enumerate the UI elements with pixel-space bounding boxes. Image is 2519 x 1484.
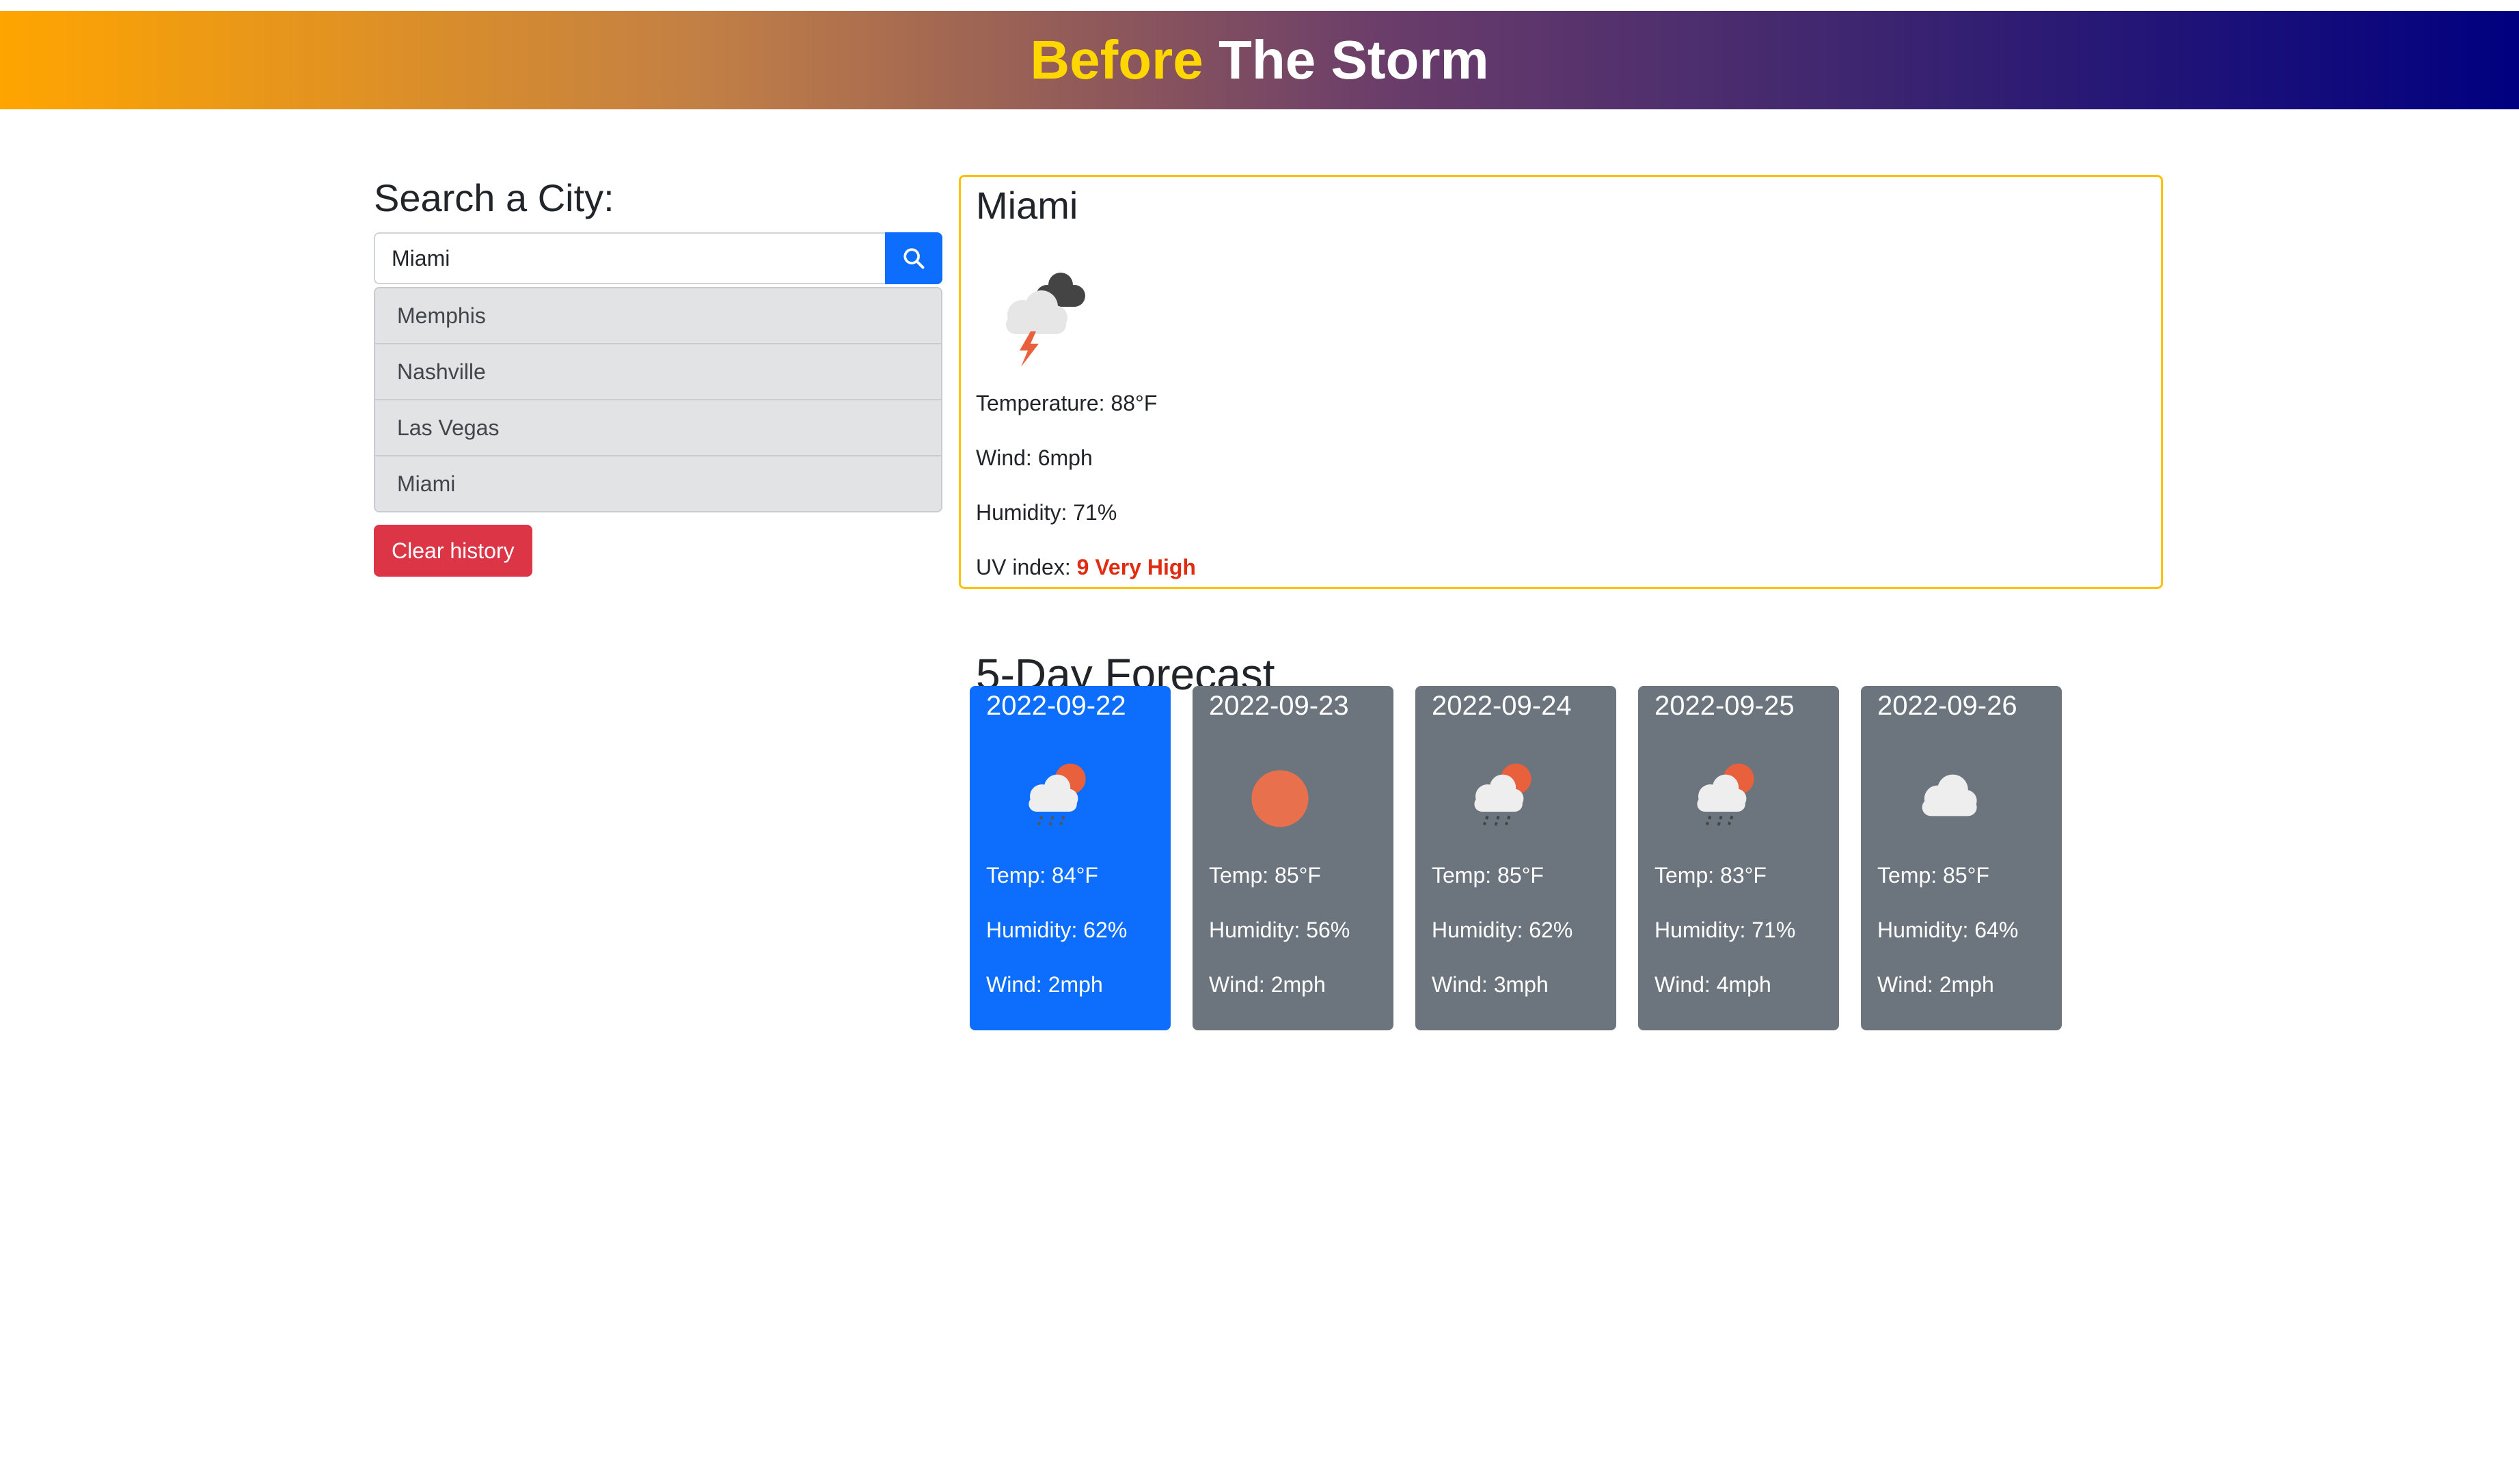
current-uv: UV index: 9 Very High (976, 540, 2146, 594)
rain-sun-icon (1697, 763, 1754, 827)
forecast-list: 2022-09-22 Temp: 84°F Humidity: 62% Wind… (970, 686, 2062, 1030)
app-title-accent: Before (1030, 29, 1203, 90)
forecast-wind: Wind: 2mph (986, 972, 1103, 997)
forecast-humidity: Humidity: 64% (1877, 918, 2019, 942)
current-city-name: Miami (976, 184, 1078, 227)
rain-sun-icon (1474, 763, 1531, 827)
forecast-date: 2022-09-22 (986, 691, 1126, 721)
history-item-nashville[interactable]: Nashville (375, 344, 941, 400)
forecast-date: 2022-09-26 (1877, 691, 2017, 721)
history-item-las-vegas[interactable]: Las Vegas (375, 400, 941, 456)
forecast-wind: Wind: 4mph (1655, 972, 1771, 997)
forecast-temp: Temp: 84°F (986, 863, 1098, 888)
forecast-temp: Temp: 83°F (1655, 863, 1767, 888)
forecast-card: 2022-09-23 Temp: 85°F Humidity: 56% Wind… (1193, 686, 1393, 1030)
clear-history-button[interactable]: Clear history (374, 525, 532, 577)
app-title: Before The Storm (1030, 29, 1488, 92)
forecast-humidity: Humidity: 56% (1209, 918, 1350, 942)
search-button[interactable] (885, 232, 942, 284)
forecast-date: 2022-09-23 (1209, 691, 1349, 721)
forecast-temp: Temp: 85°F (1209, 863, 1321, 888)
app-title-main: The Storm (1218, 29, 1489, 90)
rain-sun-icon (1029, 763, 1086, 827)
forecast-humidity: Humidity: 62% (1432, 918, 1573, 942)
search-panel: Search a City: Memphis Nashville Las Veg… (374, 176, 942, 577)
forecast-wind: Wind: 2mph (1877, 972, 1994, 997)
search-input[interactable] (374, 232, 885, 284)
current-temperature: Temperature: 88°F (976, 391, 1158, 415)
header-bar: Before The Storm (0, 11, 2519, 109)
search-title: Search a City: (374, 176, 614, 219)
forecast-card: 2022-09-26 Temp: 85°F Humidity: 64% Wind… (1861, 686, 2062, 1030)
cloud-icon (1922, 774, 1977, 816)
sun-icon (1251, 770, 1309, 827)
history-item-memphis[interactable]: Memphis (375, 288, 941, 344)
forecast-date: 2022-09-24 (1432, 691, 1572, 721)
forecast-humidity: Humidity: 62% (986, 918, 1128, 942)
search-icon (903, 248, 925, 269)
history-item-miami[interactable]: Miami (375, 456, 941, 511)
search-row (374, 232, 942, 284)
uv-value: 9 Very High (1076, 555, 1196, 579)
forecast-card: 2022-09-22 Temp: 84°F Humidity: 62% Wind… (970, 686, 1171, 1030)
current-wind: Wind: 6mph (976, 445, 1093, 470)
forecast-temp: Temp: 85°F (1432, 863, 1544, 888)
forecast-date: 2022-09-25 (1655, 691, 1795, 721)
forecast-card: 2022-09-24 Temp: 85°F Humidity: 62% Wind… (1415, 686, 1616, 1030)
forecast-wind: Wind: 3mph (1432, 972, 1549, 997)
uv-label: UV index: (976, 555, 1071, 579)
forecast-wind: Wind: 2mph (1209, 972, 1326, 997)
forecast-temp: Temp: 85°F (1877, 863, 1989, 888)
thunderstorm-icon (1006, 273, 1085, 367)
current-weather-card: Miami Temperature: 88°F Wind: 6mph Humid… (959, 175, 2163, 589)
current-humidity: Humidity: 71% (976, 500, 1117, 525)
page: Before The Storm Search a City: Memphis … (0, 0, 2519, 1484)
search-history-list: Memphis Nashville Las Vegas Miami (374, 287, 942, 512)
forecast-card: 2022-09-25 Temp: 83°F Humidity: 71% Wind… (1638, 686, 1839, 1030)
forecast-humidity: Humidity: 71% (1655, 918, 1796, 942)
